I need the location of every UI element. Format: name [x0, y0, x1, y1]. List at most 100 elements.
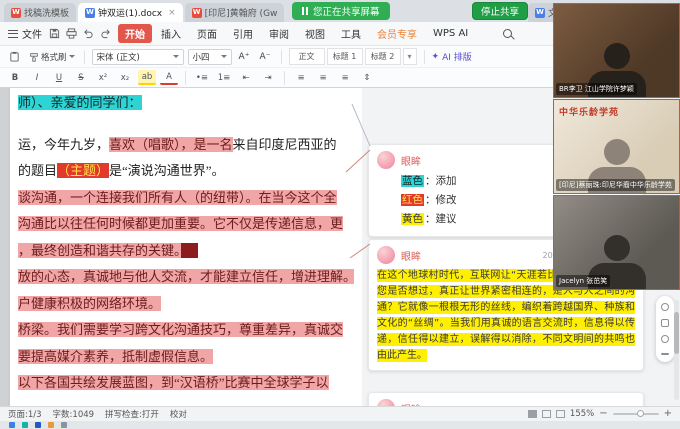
- ribbon-tab-8[interactable]: WPS AI: [426, 26, 475, 41]
- window-tab-label: 钟双运(1).docx: [98, 6, 162, 19]
- highlight-color-icon[interactable]: ab: [138, 70, 156, 85]
- format-painter-button[interactable]: 格式刷: [27, 49, 77, 65]
- ribbon-tab-2[interactable]: 页面: [190, 24, 224, 43]
- align-right-icon[interactable]: ≡: [336, 70, 354, 85]
- style-tile-normal[interactable]: 正文: [289, 48, 325, 65]
- font-family-select[interactable]: 宋体 (正文): [92, 49, 184, 65]
- font-color-icon[interactable]: A: [160, 70, 178, 85]
- format-painter-label: 格式刷: [41, 51, 67, 63]
- document-icon: W: [85, 8, 95, 18]
- status-page-count: 页面:1/3: [8, 408, 42, 420]
- zoom-out-button[interactable]: −: [599, 409, 607, 419]
- ribbon-tab-5[interactable]: 视图: [298, 24, 332, 43]
- tab-close-icon[interactable]: ×: [168, 8, 176, 18]
- side-tool-comment-icon[interactable]: [661, 303, 669, 311]
- ai-layout-label: AI 排版: [442, 50, 472, 63]
- strikethrough-icon[interactable]: S: [72, 70, 90, 85]
- ribbon-tab-3[interactable]: 引用: [226, 24, 260, 43]
- view-mode-outline-icon[interactable]: [556, 410, 565, 418]
- doc-line-6: ，最终创造和谐共存的关键。: [18, 238, 354, 265]
- ribbon-tab-7[interactable]: 会员专享: [370, 24, 424, 43]
- ai-layout-button[interactable]: ✦ AI 排版: [432, 50, 472, 63]
- stop-share-button[interactable]: 停止共享: [472, 2, 528, 20]
- doc-text-highlight: 户健康积极的网络环境。: [18, 296, 161, 311]
- number-list-icon[interactable]: 1≡: [215, 70, 233, 85]
- document-page[interactable]: 师）、亲爱的同学们：运，今年九岁，喜欢（唱歌），是一名来自印度尼西亚的的题目（主…: [10, 88, 362, 406]
- taskbar-app-icon[interactable]: [35, 422, 41, 428]
- decrease-indent-icon[interactable]: ⇤: [237, 70, 255, 85]
- ribbon-tab-4[interactable]: 审阅: [262, 24, 296, 43]
- status-spellcheck[interactable]: 拼写检查:打开: [105, 408, 159, 420]
- window-tab-2[interactable]: W[印尼]黄翰府 (Gw: [185, 3, 285, 22]
- avatar: [377, 399, 395, 406]
- zoom-in-button[interactable]: +: [664, 409, 672, 419]
- doc-text: 的题目: [18, 163, 57, 178]
- ribbon-tab-6[interactable]: 工具: [334, 24, 368, 43]
- video-feed-0[interactable]: BR李卫 江山学院许梦颖: [553, 3, 680, 98]
- italic-icon[interactable]: I: [28, 70, 46, 85]
- zoom-slider[interactable]: [613, 413, 659, 415]
- taskbar: [0, 421, 680, 429]
- divider: [424, 50, 425, 64]
- file-menu-button[interactable]: 文件: [8, 26, 42, 41]
- taskbar-app-icon[interactable]: [48, 422, 54, 428]
- style-tile-heading1[interactable]: 标题 1: [327, 48, 363, 65]
- scrollbar-thumb[interactable]: [674, 312, 679, 354]
- align-center-icon[interactable]: ≡: [314, 70, 332, 85]
- style-gallery-more-button[interactable]: ▾: [403, 48, 417, 65]
- menu-icon: [8, 30, 18, 38]
- style-tile-heading2[interactable]: 标题 2: [365, 48, 401, 65]
- wps-logo-icon: W: [11, 8, 21, 18]
- undo-icon[interactable]: [83, 28, 94, 39]
- taskbar-app-icon[interactable]: [61, 422, 67, 428]
- grow-font-button[interactable]: A⁺: [236, 49, 253, 65]
- pause-share-icon[interactable]: [302, 7, 308, 15]
- subscript-icon[interactable]: x₂: [116, 70, 134, 85]
- window-tab-0[interactable]: W找稿洗模板: [4, 3, 76, 22]
- doc-text: 来自印度尼西亚的: [233, 137, 337, 152]
- video-feed-2[interactable]: Jacelyn 张茁笑: [553, 195, 680, 290]
- share-banner-text: 您正在共享屏幕: [313, 4, 380, 18]
- paste-button[interactable]: [6, 49, 23, 65]
- doc-text-highlight: 沟通比以往任何时候都更加重要。它不仅是传递信息，更: [18, 216, 343, 231]
- zoom-slider-knob[interactable]: [637, 410, 644, 417]
- side-tool-more-icon[interactable]: [661, 353, 669, 355]
- bold-icon[interactable]: B: [6, 70, 24, 85]
- bullet-list-icon[interactable]: •≡: [193, 70, 211, 85]
- status-word-count[interactable]: 字数:1049: [53, 408, 95, 420]
- vertical-scrollbar[interactable]: [674, 300, 679, 400]
- increase-indent-icon[interactable]: ⇥: [259, 70, 277, 85]
- shrink-font-button[interactable]: A⁻: [257, 49, 274, 65]
- status-proofread[interactable]: 校对: [170, 408, 187, 420]
- side-tool-help-icon[interactable]: [661, 335, 669, 343]
- comment-card-2[interactable]: 眼眸: [368, 392, 644, 406]
- screen-share-banner: 您正在共享屏幕: [292, 2, 390, 20]
- doc-line-4: 谈沟通，一个连接我们所有人（的纽带）。在当今这个全: [18, 185, 354, 212]
- view-mode-page-icon[interactable]: [528, 410, 537, 418]
- align-left-icon[interactable]: ≡: [292, 70, 310, 85]
- taskbar-app-icon[interactable]: [9, 422, 15, 428]
- window-tab-label: 找稿洗模板: [24, 6, 69, 19]
- view-mode-web-icon[interactable]: [542, 410, 551, 418]
- underline-icon[interactable]: U: [50, 70, 68, 85]
- font-size-select[interactable]: 小四: [188, 49, 232, 65]
- side-tool-edit-icon[interactable]: [661, 319, 669, 327]
- print-icon[interactable]: [66, 28, 77, 39]
- video-feeds: BR李卫 江山学院许梦颖中华乐龄学苑[印尼]蔡丽珠:印尼华裔中华乐龄学苑Jace…: [553, 3, 680, 291]
- doc-line-2: 运，今年九岁，喜欢（唱歌），是一名来自印度尼西亚的: [18, 132, 354, 159]
- taskbar-app-icon[interactable]: [22, 422, 28, 428]
- line-spacing-icon[interactable]: ⇕: [358, 70, 376, 85]
- chevron-down-icon: [221, 55, 227, 58]
- ribbon-tab-1[interactable]: 插入: [154, 24, 188, 43]
- doc-text-highlight: 谈沟通，一个连接我们所有人（的纽带）。在当今这个全: [18, 190, 337, 205]
- video-feed-1[interactable]: 中华乐龄学苑[印尼]蔡丽珠:印尼华裔中华乐龄学苑: [553, 99, 680, 194]
- save-icon[interactable]: [49, 28, 60, 39]
- ribbon-tab-0[interactable]: 开始: [118, 24, 152, 43]
- superscript-icon[interactable]: x²: [94, 70, 112, 85]
- search-icon[interactable]: [503, 29, 512, 38]
- zoom-level[interactable]: 155%: [570, 409, 594, 419]
- redo-icon[interactable]: [100, 28, 111, 39]
- divider: [185, 71, 186, 85]
- window-tab-1[interactable]: W钟双运(1).docx ×: [78, 3, 183, 22]
- doc-text-highlight: 喜欢（唱歌），是一名: [109, 137, 233, 152]
